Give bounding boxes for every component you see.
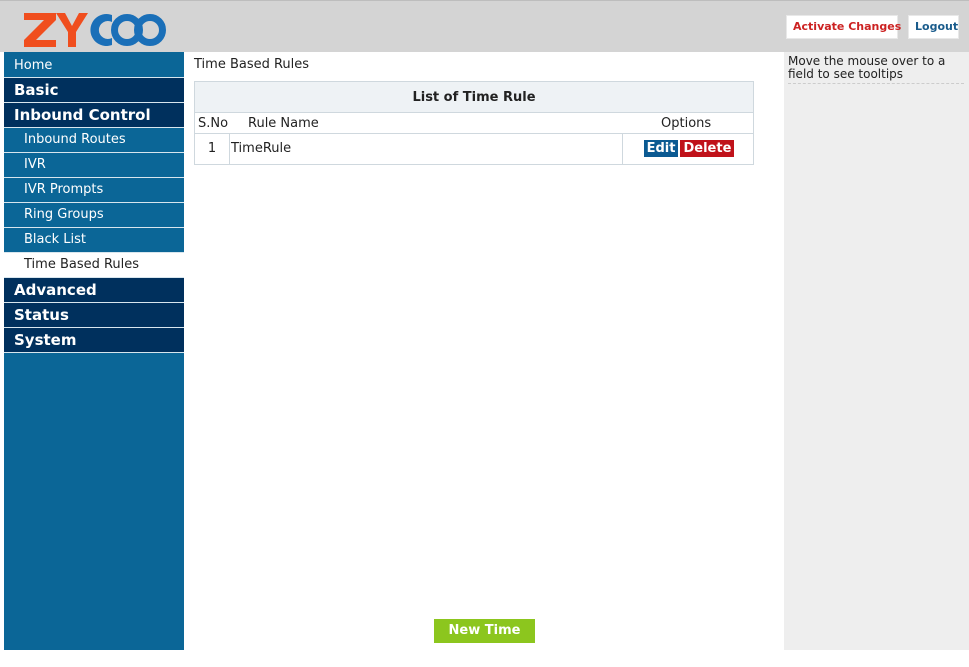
table-header-row: S.No Rule Name Options xyxy=(195,113,753,134)
sidebar-item-ivr-prompts[interactable]: IVR Prompts xyxy=(4,178,184,203)
main-content: Time Based Rules List of Time Rule S.No … xyxy=(184,52,784,662)
logout-button[interactable]: Logout xyxy=(908,15,959,39)
sidebar-category-basic[interactable]: Basic xyxy=(4,78,184,103)
page-title: Time Based Rules xyxy=(194,57,310,72)
sidebar-item-home[interactable]: Home xyxy=(4,52,184,78)
zycoo-logo xyxy=(24,13,166,47)
sidebar-category-status[interactable]: Status xyxy=(4,303,184,328)
table-title: List of Time Rule xyxy=(195,82,753,113)
sidebar-category-system[interactable]: System xyxy=(4,328,184,353)
sidebar-item-inbound-routes[interactable]: Inbound Routes xyxy=(4,128,184,153)
column-header-rule-name: Rule Name xyxy=(248,116,319,131)
row-sno: 1 xyxy=(195,134,230,164)
sidebar-item-black-list[interactable]: Black List xyxy=(4,228,184,253)
time-rule-table: List of Time Rule S.No Rule Name Options… xyxy=(194,81,754,165)
sidebar-nav: Home Basic Inbound Control Inbound Route… xyxy=(4,52,184,650)
row-rule-name: TimeRule xyxy=(231,134,623,164)
row-options: Edit Delete xyxy=(624,134,754,164)
sidebar-item-time-based-rules[interactable]: Time Based Rules xyxy=(4,253,184,278)
edit-button[interactable]: Edit xyxy=(643,140,679,157)
top-header: Activate Changes Logout xyxy=(0,0,969,52)
table-row: 1 TimeRule Edit Delete xyxy=(195,134,753,164)
sidebar-category-advanced[interactable]: Advanced xyxy=(4,278,184,303)
sidebar-item-ring-groups[interactable]: Ring Groups xyxy=(4,203,184,228)
tooltip-text: Move the mouse over to a field to see to… xyxy=(788,55,964,84)
new-time-rule-button[interactable]: New Time Rule xyxy=(434,619,535,662)
sidebar-category-inbound-control[interactable]: Inbound Control xyxy=(4,103,184,128)
tooltip-panel: Move the mouse over to a field to see to… xyxy=(784,52,969,650)
activate-changes-button[interactable]: Activate Changes xyxy=(786,15,901,39)
column-header-options: Options xyxy=(661,116,712,131)
column-header-sno: S.No xyxy=(198,116,229,131)
sidebar-item-ivr[interactable]: IVR xyxy=(4,153,184,178)
delete-button[interactable]: Delete xyxy=(680,140,735,157)
